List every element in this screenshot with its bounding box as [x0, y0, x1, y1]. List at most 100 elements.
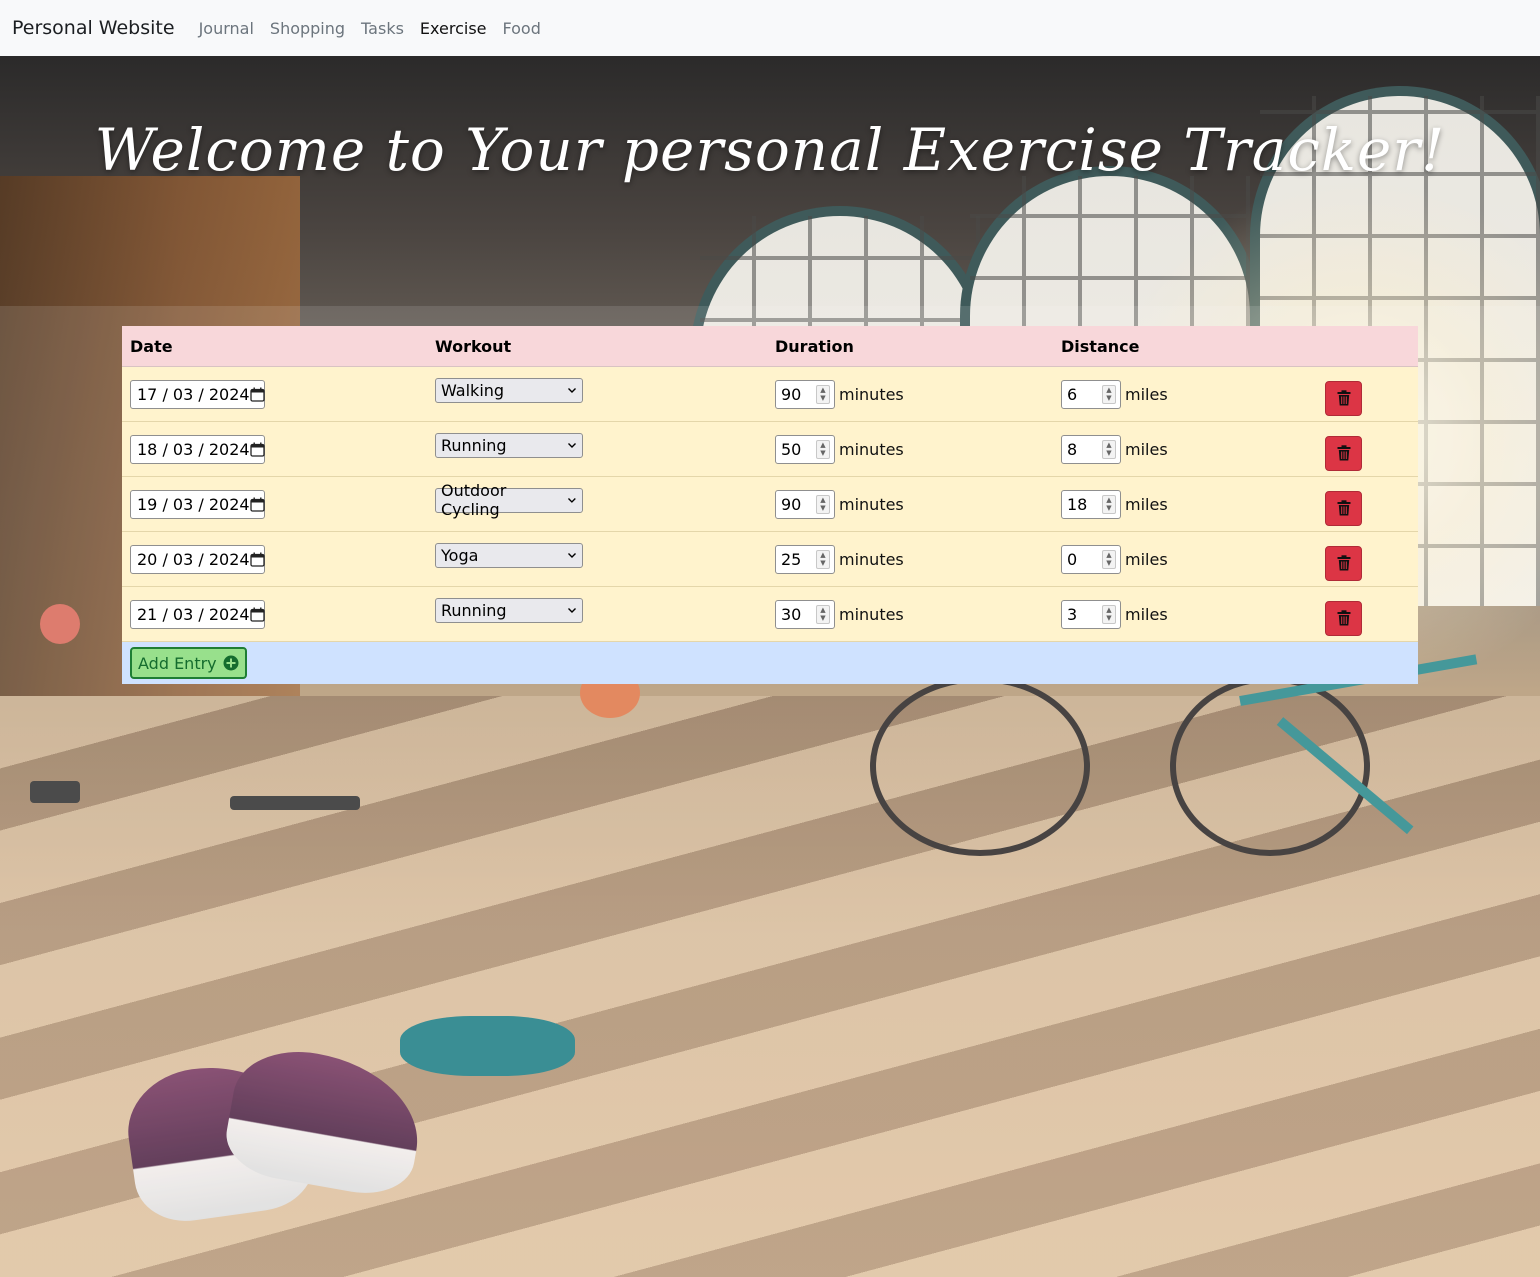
calendar-icon[interactable]	[249, 497, 265, 512]
delete-entry-button[interactable]	[1325, 490, 1362, 526]
date-year: 2024	[208, 494, 250, 514]
trash-icon	[1337, 555, 1350, 571]
column-header-distance: Distance	[1061, 336, 1140, 356]
distance-spinner[interactable]: ▲ ▼	[1102, 494, 1116, 514]
duration-spinner[interactable]: ▲ ▼	[816, 604, 830, 624]
duration-input[interactable]: 25 ▲ ▼	[775, 544, 835, 574]
date-value: 20 / 03 / 2024	[137, 549, 250, 569]
date-month: 03	[172, 549, 194, 569]
calendar-icon[interactable]	[249, 607, 265, 622]
trash-icon	[1337, 500, 1350, 516]
duration-spinner[interactable]: ▲ ▼	[816, 439, 830, 459]
distance-spinner[interactable]: ▲ ▼	[1102, 604, 1116, 624]
date-input[interactable]: 17 / 03 / 2024	[130, 379, 265, 409]
nav-link-exercise[interactable]: Exercise	[420, 19, 487, 38]
workout-select[interactable]: Walking	[435, 377, 583, 403]
table-row: 20 / 03 / 2024 Yoga 25 ▲ ▼ minutes 0 ▲ ▼…	[122, 532, 1418, 587]
workout-select[interactable]: Running	[435, 432, 583, 458]
distance-input[interactable]: 6 ▲ ▼	[1061, 379, 1121, 409]
date-value: 18 / 03 / 2024	[137, 439, 250, 459]
duration-unit: minutes	[839, 384, 904, 404]
table-body: 17 / 03 / 2024 Walking 90 ▲ ▼ minutes 6 …	[122, 367, 1418, 642]
date-input[interactable]: 20 / 03 / 2024	[130, 544, 265, 574]
nav-link-tasks[interactable]: Tasks	[361, 19, 404, 38]
delete-entry-button[interactable]	[1325, 600, 1362, 636]
date-day: 21	[137, 604, 158, 624]
duration-unit: minutes	[839, 549, 904, 569]
date-input[interactable]: 18 / 03 / 2024	[130, 434, 265, 464]
nav-link-shopping[interactable]: Shopping	[270, 19, 345, 38]
table-row: 18 / 03 / 2024 Running 50 ▲ ▼ minutes 8 …	[122, 422, 1418, 477]
duration-input[interactable]: 90 ▲ ▼	[775, 379, 835, 409]
top-navbar: Personal Website Journal Shopping Tasks …	[0, 0, 1540, 56]
hero: Welcome to Your personal Exercise Tracke…	[0, 56, 1540, 306]
date-year: 2024	[208, 439, 250, 459]
page-title: Welcome to Your personal Exercise Tracke…	[94, 116, 1446, 184]
workout-select[interactable]: Yoga	[435, 542, 583, 568]
date-day: 18	[137, 439, 158, 459]
date-input[interactable]: 19 / 03 / 2024	[130, 489, 265, 519]
distance-spinner[interactable]: ▲ ▼	[1102, 384, 1116, 404]
distance-spinner[interactable]: ▲ ▼	[1102, 549, 1116, 569]
distance-value: 6	[1067, 384, 1078, 404]
date-year: 2024	[208, 384, 250, 404]
duration-input[interactable]: 30 ▲ ▼	[775, 599, 835, 629]
calendar-icon[interactable]	[249, 442, 265, 457]
distance-spinner[interactable]: ▲ ▼	[1102, 439, 1116, 459]
date-month: 03	[172, 439, 194, 459]
plus-circle-icon	[223, 655, 239, 671]
exercise-table: Date Workout Duration Distance 17 / 03 /…	[122, 326, 1418, 684]
date-input[interactable]: 21 / 03 / 2024	[130, 599, 265, 629]
distance-value: 3	[1067, 604, 1078, 624]
distance-input[interactable]: 3 ▲ ▼	[1061, 599, 1121, 629]
table-row: 19 / 03 / 2024 Outdoor Cycling 90 ▲ ▼ mi…	[122, 477, 1418, 532]
duration-value: 90	[781, 494, 802, 514]
date-month: 03	[172, 384, 194, 404]
duration-value: 30	[781, 604, 802, 624]
workout-value: Walking	[441, 380, 505, 400]
distance-unit: miles	[1125, 604, 1168, 624]
distance-input[interactable]: 0 ▲ ▼	[1061, 544, 1121, 574]
distance-unit: miles	[1125, 494, 1168, 514]
add-entry-button[interactable]: Add Entry	[130, 647, 247, 679]
duration-spinner[interactable]: ▲ ▼	[816, 494, 830, 514]
delete-entry-button[interactable]	[1325, 545, 1362, 581]
distance-unit: miles	[1125, 384, 1168, 404]
duration-input[interactable]: 90 ▲ ▼	[775, 489, 835, 519]
add-entry-label: Add Entry	[138, 653, 217, 673]
distance-unit: miles	[1125, 549, 1168, 569]
distance-input[interactable]: 18 ▲ ▼	[1061, 489, 1121, 519]
duration-spinner[interactable]: ▲ ▼	[816, 384, 830, 404]
workout-value: Running	[441, 600, 507, 620]
chevron-down-icon	[568, 388, 576, 393]
column-header-workout: Workout	[435, 336, 512, 356]
nav-link-journal[interactable]: Journal	[199, 19, 254, 38]
calendar-icon[interactable]	[249, 552, 265, 567]
distance-unit: miles	[1125, 439, 1168, 459]
delete-entry-button[interactable]	[1325, 380, 1362, 416]
table-footer-row: Add Entry	[122, 642, 1418, 684]
column-header-date: Date	[130, 336, 173, 356]
duration-spinner[interactable]: ▲ ▼	[816, 549, 830, 569]
trash-icon	[1337, 390, 1350, 406]
distance-input[interactable]: 8 ▲ ▼	[1061, 434, 1121, 464]
trash-icon	[1337, 445, 1350, 461]
date-month: 03	[172, 494, 194, 514]
duration-input[interactable]: 50 ▲ ▼	[775, 434, 835, 464]
brand-link[interactable]: Personal Website	[12, 17, 175, 39]
workout-select[interactable]: Running	[435, 597, 583, 623]
chevron-down-icon	[568, 443, 576, 448]
table-row: 17 / 03 / 2024 Walking 90 ▲ ▼ minutes 6 …	[122, 367, 1418, 422]
column-header-duration: Duration	[775, 336, 854, 356]
duration-value: 90	[781, 384, 802, 404]
table-row: 21 / 03 / 2024 Running 30 ▲ ▼ minutes 3 …	[122, 587, 1418, 642]
calendar-icon[interactable]	[249, 387, 265, 402]
nav-link-food[interactable]: Food	[503, 19, 541, 38]
nav-links: Journal Shopping Tasks Exercise Food	[199, 19, 541, 38]
date-year: 2024	[208, 549, 250, 569]
distance-value: 8	[1067, 439, 1078, 459]
workout-select[interactable]: Outdoor Cycling	[435, 481, 583, 519]
date-value: 17 / 03 / 2024	[137, 384, 250, 404]
date-value: 19 / 03 / 2024	[137, 494, 250, 514]
delete-entry-button[interactable]	[1325, 435, 1362, 471]
